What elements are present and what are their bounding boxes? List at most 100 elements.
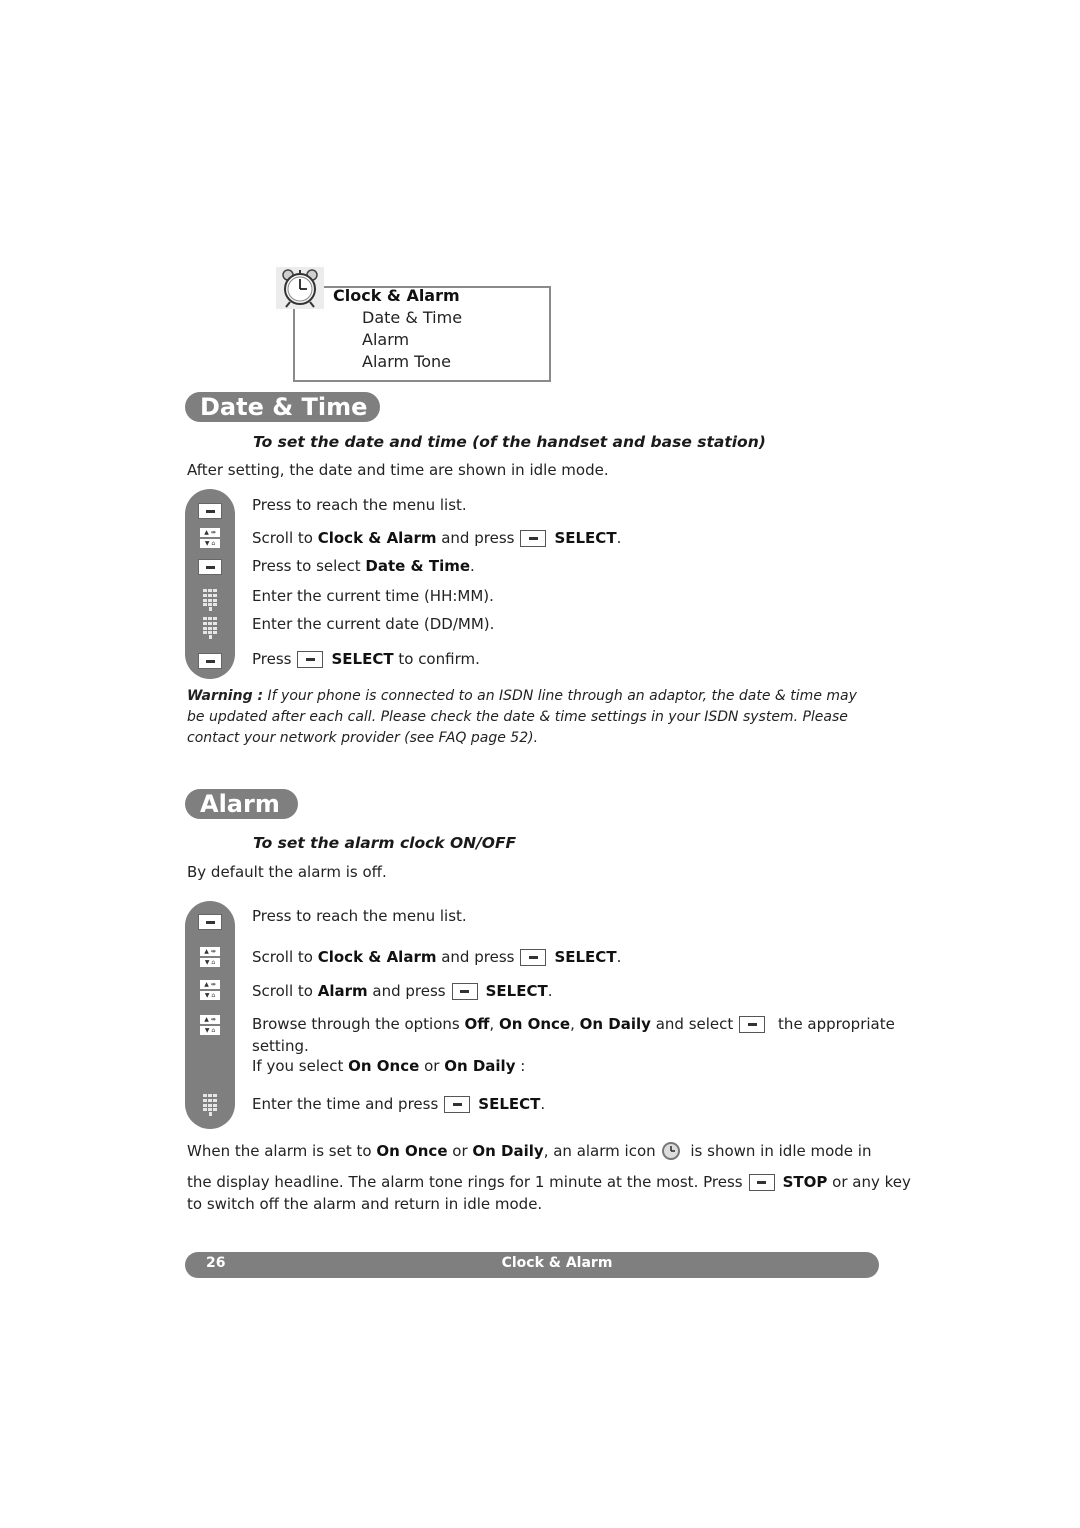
select-label: SELECT (331, 650, 394, 668)
separator: , (570, 1015, 580, 1033)
step-bold: Alarm (317, 982, 368, 1000)
date-time-intro: After setting, the date and time are sho… (187, 461, 609, 479)
option-on-daily: On Daily (472, 1142, 544, 1160)
select-label: SELECT (554, 948, 617, 966)
select-label: SELECT (478, 1095, 541, 1113)
step-text: If you select (252, 1057, 349, 1075)
alarm-subheading: To set the alarm clock ON/OFF (253, 834, 517, 852)
step-text: . (616, 529, 622, 547)
alarm-note-line-2: the display headline. The alarm tone rin… (187, 1173, 911, 1191)
select-key-icon (520, 529, 547, 547)
alarm-step-3: Scroll to Alarm and press SELECT. (252, 982, 553, 1000)
step-bold: Date & Time (365, 557, 471, 575)
alarm-step-4-line2: setting. (252, 1037, 309, 1055)
menu-key-icon (198, 653, 222, 669)
step-text: . (540, 1095, 546, 1113)
step-text: and press (367, 982, 446, 1000)
alarm-step-5: Enter the time and press SELECT. (252, 1095, 545, 1113)
nav-key-icon: ▲ ⇹ ▼ ⌂ (200, 980, 220, 1000)
alarm-clock-icon (276, 267, 324, 309)
step-text: the appropriate (773, 1015, 895, 1033)
step-bold: Clock & Alarm (317, 948, 437, 966)
step-text: Scroll to (252, 948, 318, 966)
step-text: Press to reach the menu list. (252, 496, 467, 514)
step-text: . (616, 948, 622, 966)
select-key-icon (451, 982, 478, 1000)
step-text: Browse through the options (252, 1015, 465, 1033)
menu-key-icon (198, 503, 222, 519)
select-key-icon (444, 1095, 471, 1113)
note-text: the display headline. The alarm tone rin… (187, 1173, 743, 1191)
date-time-step-1: Press to reach the menu list. (252, 496, 467, 514)
section-header-date-time: Date & Time (185, 392, 380, 422)
step-text: Enter the time and press (252, 1095, 439, 1113)
step-text: Enter the current date (DD/MM). (252, 615, 495, 633)
keypad-icon (203, 589, 217, 611)
nav-key-icon: ▲ ⇹ ▼ ⌂ (200, 1015, 220, 1035)
option-on-once: On Once (348, 1057, 420, 1075)
date-time-step-6: Press SELECT to confirm. (252, 650, 480, 668)
alarm-note-line-1: When the alarm is set to On Once or On D… (187, 1142, 871, 1160)
warning-note: Warning : If your phone is connected to … (187, 686, 877, 749)
nav-key-icon: ▲ ⇹ ▼ ⌂ (200, 528, 220, 548)
step-text: setting. (252, 1037, 309, 1055)
alarm-intro: By default the alarm is off. (187, 863, 387, 881)
alarm-step-4: Browse through the options Off, On Once,… (252, 1015, 895, 1033)
option-on-daily: On Daily (579, 1015, 651, 1033)
step-text: Scroll to (252, 529, 318, 547)
stop-label: STOP (782, 1173, 828, 1191)
date-time-step-2: Scroll to Clock & Alarm and press SELECT… (252, 529, 621, 547)
step-text: Press (252, 650, 292, 668)
step-text: . (547, 982, 553, 1000)
warning-label: Warning : (187, 688, 264, 704)
note-text: , an alarm icon (543, 1142, 656, 1160)
menu-item-alarm: Alarm (362, 330, 410, 349)
footer-section-title: Clock & Alarm (501, 1255, 613, 1271)
option-on-daily: On Daily (444, 1057, 516, 1075)
page-footer: 26 Clock & Alarm (185, 1252, 879, 1278)
note-text: When the alarm is set to (187, 1142, 377, 1160)
select-key-icon (739, 1015, 766, 1033)
step-text: Press to reach the menu list. (252, 907, 467, 925)
step-text: and select (650, 1015, 734, 1033)
option-off: Off (464, 1015, 490, 1033)
step-text: : (515, 1057, 526, 1075)
option-on-once: On Once (498, 1015, 571, 1033)
separator: , (489, 1015, 499, 1033)
date-time-step-4: Enter the current time (HH:MM). (252, 587, 494, 605)
alarm-note-line-3: to switch off the alarm and return in id… (187, 1195, 543, 1213)
select-label: SELECT (554, 529, 617, 547)
section-header-alarm: Alarm (185, 789, 298, 819)
step-text: . (470, 557, 475, 575)
warning-text: If your phone is connected to an ISDN li… (187, 688, 857, 746)
menu-key-icon (198, 914, 222, 930)
step-text: to confirm. (393, 650, 480, 668)
option-on-once: On Once (376, 1142, 448, 1160)
nav-key-icon: ▲ ⇹ ▼ ⌂ (200, 947, 220, 967)
note-text: is shown in idle mode in (685, 1142, 872, 1160)
step-bold: Clock & Alarm (317, 529, 437, 547)
alarm-step-1: Press to reach the menu list. (252, 907, 467, 925)
note-text: or (447, 1142, 473, 1160)
stop-key-icon (748, 1173, 775, 1191)
alarm-status-icon (661, 1142, 680, 1160)
select-label: SELECT (485, 982, 548, 1000)
alarm-step-4-line3: If you select On Once or On Daily : (252, 1057, 525, 1075)
date-time-step-5: Enter the current date (DD/MM). (252, 615, 494, 633)
keypad-icon (203, 1094, 217, 1116)
date-time-step-3: Press to select Date & Time. (252, 557, 475, 575)
step-text: and press (436, 529, 515, 547)
alarm-step-2: Scroll to Clock & Alarm and press SELECT… (252, 948, 621, 966)
select-key-icon (520, 948, 547, 966)
step-text: Enter the current time (HH:MM). (252, 587, 494, 605)
step-text: and press (436, 948, 515, 966)
select-key-icon (297, 650, 324, 668)
step-text: Scroll to (252, 982, 318, 1000)
note-text: or any key (827, 1173, 911, 1191)
menu-key-icon (198, 559, 222, 575)
date-time-subheading: To set the date and time (of the handset… (253, 433, 766, 451)
menu-item-alarm-tone: Alarm Tone (362, 352, 451, 371)
step-text: or (419, 1057, 445, 1075)
menu-item-date-time: Date & Time (362, 308, 463, 327)
keypad-icon (203, 617, 217, 639)
